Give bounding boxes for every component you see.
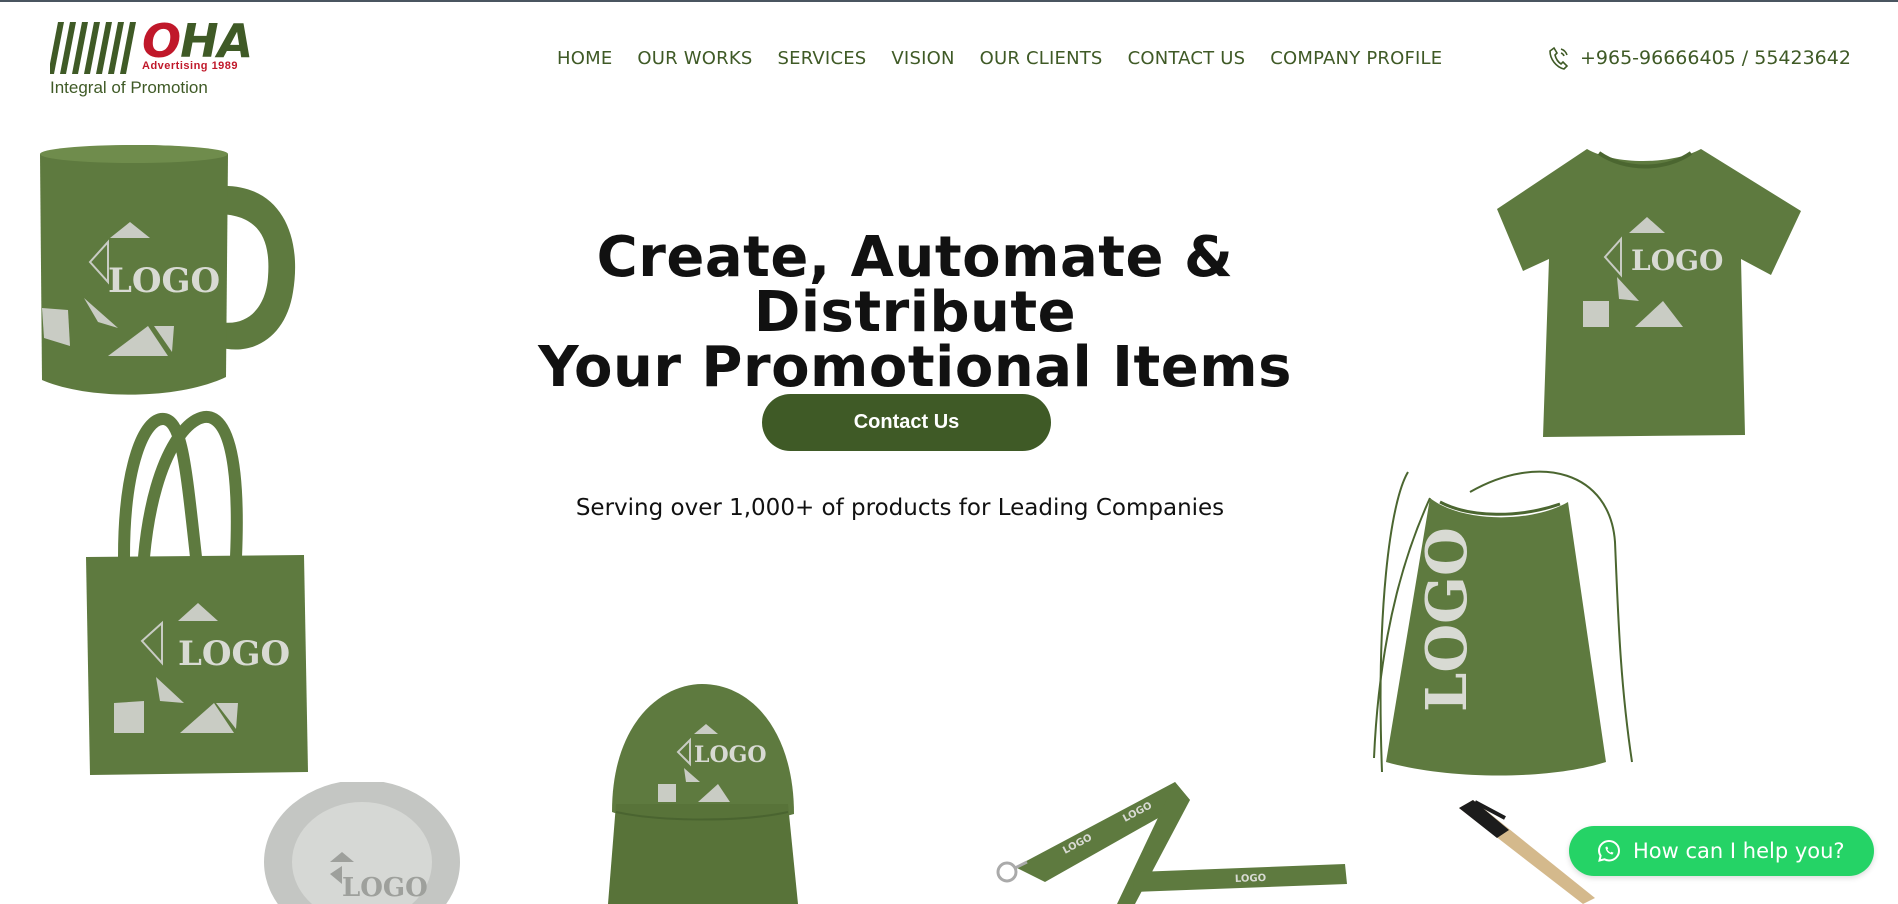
site-header: OHA Advertising 1989 Integral of Promoti… xyxy=(0,2,1898,117)
product-mug: LOGO xyxy=(40,145,296,395)
whatsapp-icon xyxy=(1597,839,1621,862)
whatsapp-chat-button[interactable]: How can I help you? xyxy=(1569,826,1874,876)
phone-icon xyxy=(1549,46,1569,70)
product-drawstring-bag: LOGO xyxy=(1373,470,1633,776)
product-phone-grip: LOGO xyxy=(264,782,460,904)
hero-title: Create, Automate & Distribute Your Promo… xyxy=(430,225,1400,400)
product-tote-bag: LOGO xyxy=(86,411,308,775)
phone-contact[interactable]: +965-96666405 / 55423642 xyxy=(1548,46,1851,70)
product-lanyard: LOGO LOGO LOGO xyxy=(996,782,1347,904)
drawstring-logo-text: LOGO xyxy=(1414,527,1480,712)
nav-item-contact-us[interactable]: CONTACT US xyxy=(1128,48,1246,69)
nav-item-company-profile[interactable]: COMPANY PROFILE xyxy=(1270,48,1442,69)
contact-us-button[interactable]: Contact Us xyxy=(762,394,1051,451)
grip-logo-text: LOGO xyxy=(342,873,428,903)
hero-title-line-2: Your Promotional Items xyxy=(538,335,1292,400)
nav-item-our-works[interactable]: OUR WORKS xyxy=(637,48,752,69)
hero-title-line-1: Create, Automate & Distribute xyxy=(596,225,1234,345)
mug-logo-text: LOGO xyxy=(108,261,220,301)
hero-subline: Serving over 1,000+ of products for Lead… xyxy=(575,495,1225,521)
tshirt-logo-text: LOGO xyxy=(1631,244,1723,277)
logo-stripes-icon xyxy=(50,22,136,74)
logo-year-line: Advertising 1989 xyxy=(142,60,239,72)
main-navigation: HOME OUR WORKS SERVICES VISION OUR CLIEN… xyxy=(557,48,1442,69)
lanyard-logo-text-3: LOGO xyxy=(1235,873,1267,885)
product-cap: LOGO xyxy=(608,684,798,904)
nav-item-home[interactable]: HOME xyxy=(557,48,612,69)
cap-logo-text: LOGO xyxy=(694,742,767,768)
phone-number: +965-96666405 / 55423642 xyxy=(1580,47,1851,69)
company-logo[interactable]: OHA Advertising 1989 Integral of Promoti… xyxy=(50,14,253,100)
tote-logo-text: LOGO xyxy=(178,634,290,674)
logo-tagline: Integral of Promotion xyxy=(50,78,208,97)
nav-item-services[interactable]: SERVICES xyxy=(778,48,867,69)
nav-item-our-clients[interactable]: OUR CLIENTS xyxy=(980,48,1103,69)
product-t-shirt: LOGO xyxy=(1497,149,1801,437)
nav-item-vision[interactable]: VISION xyxy=(891,48,954,69)
chat-label: How can I help you? xyxy=(1633,839,1845,863)
